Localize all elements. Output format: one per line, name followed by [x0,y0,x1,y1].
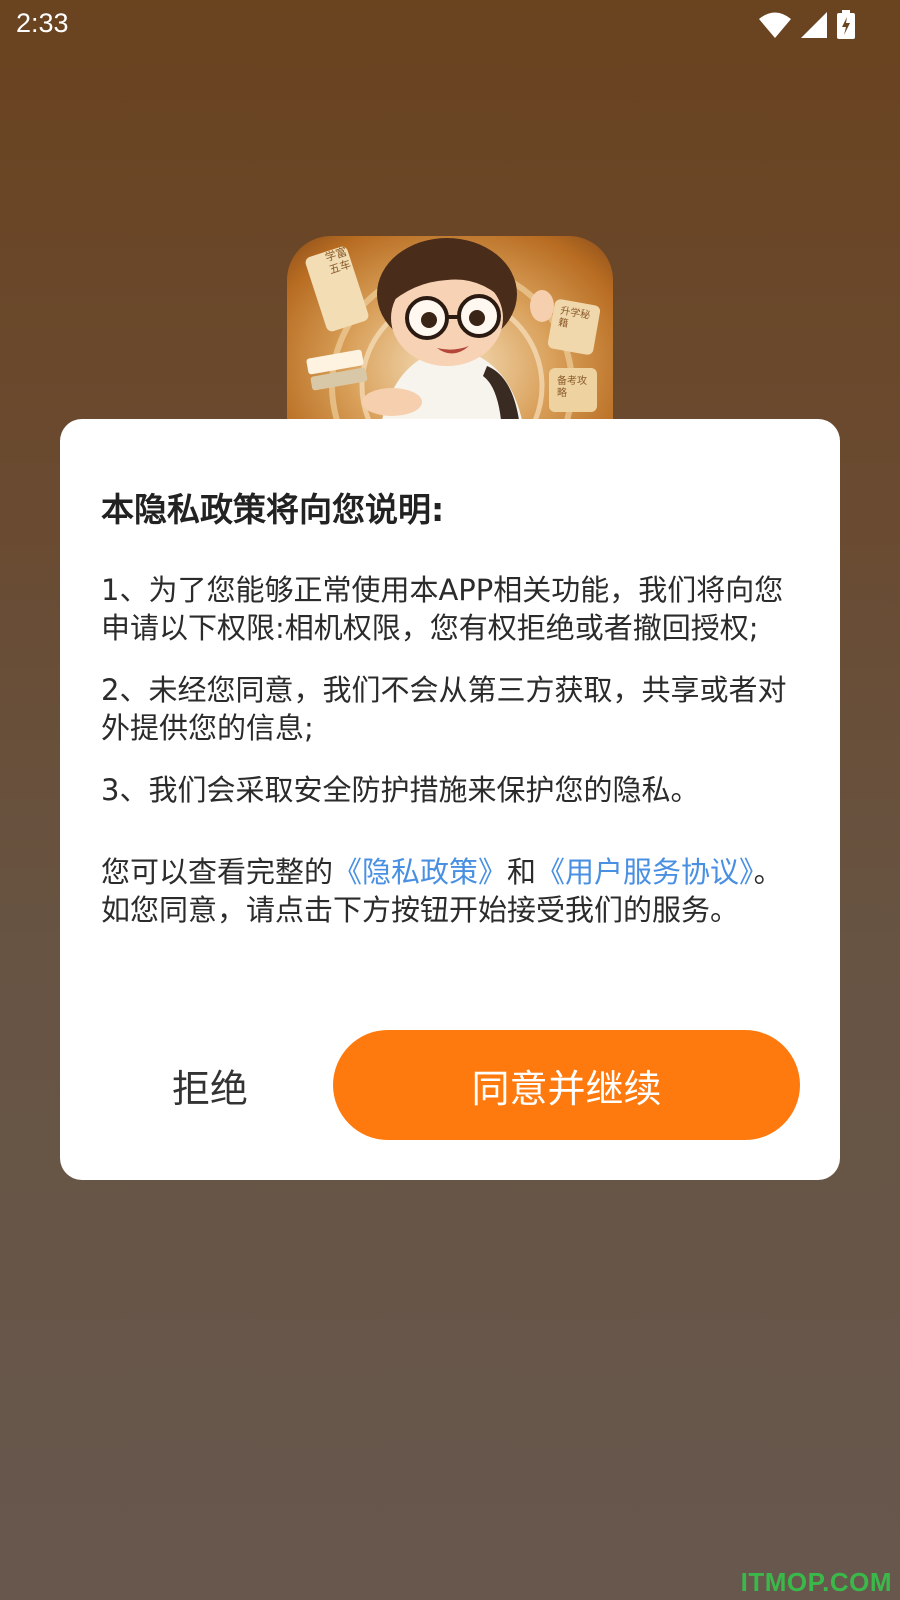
reject-button[interactable]: 拒绝 [120,1030,300,1140]
scroll-text-right: 升学秘籍 [557,305,591,330]
scroll-text-bottom: 备考攻略 [557,376,587,399]
dialog-body: 1、为了您能够正常使用本APP相关功能，我们将向您申请以下权限:相机权限，您有权… [101,571,801,953]
notice-middle: 和 [507,855,537,889]
paragraph-3: 3、我们会采取安全防护措施来保护您的隐私。 [101,773,700,807]
watermark: ITMOP.COM [740,1567,892,1597]
app-logo: 学富五车 升学秘籍 备考攻略 [287,236,613,420]
status-bar: 2:33 [0,0,900,50]
dialog-title: 本隐私政策将向您说明: [101,490,445,529]
privacy-policy-link[interactable]: 《隐私政策》 [333,855,507,889]
policy-notice: 您可以查看完整的《隐私政策》和《用户服务协议》。如您同意，请点击下方按钮开始接受… [101,853,801,929]
terms-of-service-link[interactable]: 《用户服务协议》 [536,855,754,889]
status-time: 2:33 [16,8,69,38]
battery-charging-icon [837,10,855,39]
paragraph-1: 1、为了您能够正常使用本APP相关功能，我们将向您申请以下权限:相机权限，您有权… [101,573,784,645]
cell-signal-icon [801,12,827,38]
privacy-dialog: 本隐私政策将向您说明: 1、为了您能够正常使用本APP相关功能，我们将向您申请以… [60,419,840,1180]
agree-continue-button[interactable]: 同意并继续 [333,1030,800,1140]
status-icons [758,10,856,40]
notice-prefix: 您可以查看完整的 [101,855,334,889]
paragraph-2: 2、未经您同意，我们不会从第三方获取，共享或者对外提供您的信息; [101,673,787,745]
wifi-icon [759,12,791,38]
